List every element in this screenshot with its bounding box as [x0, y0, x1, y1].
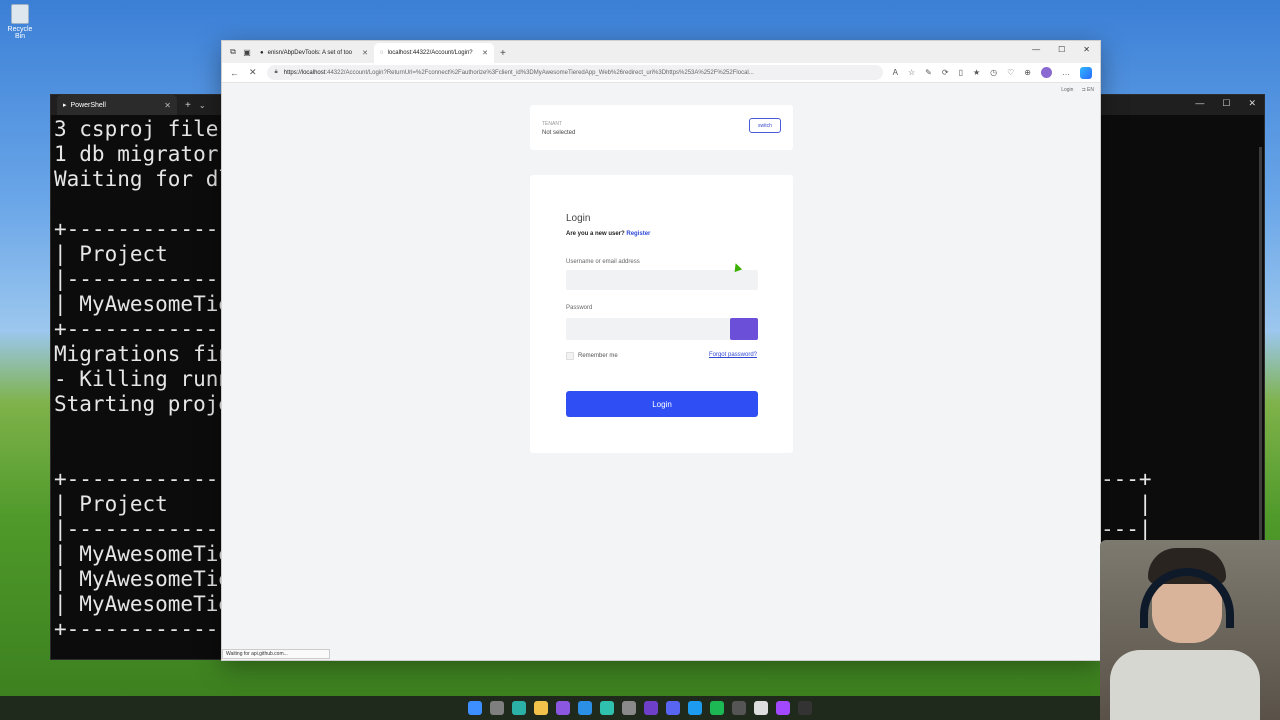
settings-gear-icon[interactable] — [622, 701, 636, 715]
tenant-card: TENANT Not selected switch — [530, 105, 793, 150]
top-login-link[interactable]: Login — [1061, 87, 1073, 93]
close-tab-icon[interactable]: ✕ — [164, 101, 171, 110]
chevron-down-icon[interactable]: ⌄ — [199, 101, 206, 110]
webcam-overlay — [1100, 540, 1280, 720]
more-menu-icon[interactable]: … — [1062, 68, 1070, 77]
terminal-output: 3 csproj file( 1 db migrator( Waiting fo… — [54, 117, 232, 641]
new-tab-icon[interactable]: + — [500, 43, 506, 63]
terminal-scrollbar[interactable] — [1259, 147, 1262, 587]
start-icon[interactable] — [468, 701, 482, 715]
vscode-icon[interactable] — [578, 701, 592, 715]
login-title: Login — [566, 213, 591, 224]
lock-icon: 🔒︎ — [274, 69, 278, 75]
tab-login[interactable]: ◌ localhost:44322/Account/Login? ✕ — [374, 43, 494, 63]
trash-icon — [11, 4, 29, 24]
discord-icon[interactable] — [666, 701, 680, 715]
loading-icon: ◌ — [380, 50, 384, 56]
copilot-icon[interactable] — [1080, 66, 1092, 79]
register-link[interactable]: Register — [626, 231, 650, 237]
favorites-icon[interactable]: ★ — [973, 68, 980, 77]
url-path: :44322/Account/Login?ReturnUrl=%2Fconnec… — [325, 69, 754, 76]
workspaces-icon[interactable]: ⧉ — [226, 41, 240, 63]
browser-window[interactable]: ⧉ ▣ ● enisn/AbpDevTools: A set of too ✕ … — [221, 40, 1101, 661]
history-icon[interactable]: ◷ — [990, 68, 997, 77]
github-icon: ● — [260, 50, 264, 56]
password-input[interactable] — [566, 318, 732, 340]
remember-checkbox[interactable] — [566, 352, 574, 360]
new-user-prompt: Are you a new user? Register — [566, 231, 650, 237]
split-screen-icon[interactable]: ▯ — [959, 68, 963, 77]
pen-icon[interactable]: ✎ — [925, 68, 932, 77]
spotify-icon[interactable] — [710, 701, 724, 715]
back-icon[interactable]: ← — [230, 68, 239, 78]
profile-avatar[interactable] — [1041, 67, 1052, 78]
maximize-icon[interactable]: ☐ — [1058, 45, 1065, 54]
powershell-tab[interactable]: ▸ PowerShell ✕ — [57, 95, 177, 115]
recycle-bin-label: Recycle Bin — [7, 26, 33, 40]
password-label: Password — [566, 305, 593, 311]
tab-actions-icon[interactable]: ▣ — [240, 41, 254, 63]
address-bar-row: ← ✕ 🔒︎ https://localhost:44322/Account/L… — [222, 63, 1100, 83]
collections-icon[interactable]: ⊕ — [1024, 68, 1031, 77]
powershell-window-controls: — ☐ ✕ — [1195, 98, 1256, 109]
tenant-label: TENANT — [542, 121, 562, 127]
app-icon[interactable] — [776, 701, 790, 715]
favorite-star-icon[interactable]: ☆ — [908, 68, 915, 77]
minimize-icon[interactable]: — — [1032, 45, 1040, 54]
taskbar — [0, 696, 1280, 720]
status-bar: Waiting for api.github.com... — [222, 649, 330, 659]
switch-tenant-button[interactable]: switch — [749, 118, 781, 133]
close-tab-icon[interactable]: ✕ — [362, 49, 368, 57]
remember-me[interactable]: Remember me — [566, 352, 618, 360]
username-input[interactable] — [566, 270, 758, 290]
browser-window-controls: — ☐ ✕ — [1032, 45, 1090, 54]
close-icon[interactable]: ✕ — [1248, 98, 1256, 109]
new-tab-icon[interactable]: + — [185, 100, 191, 111]
github-desktop-icon[interactable] — [644, 701, 658, 715]
page-content: Login ⊐ EN TENANT Not selected switch Lo… — [222, 84, 1100, 660]
browser-essentials-icon[interactable]: ♡ — [1007, 68, 1014, 77]
tenant-value: Not selected — [542, 130, 576, 136]
language-label: EN — [1087, 87, 1094, 93]
file-explorer-icon[interactable] — [534, 701, 548, 715]
edge-icon[interactable] — [512, 701, 526, 715]
maximize-icon[interactable]: ☐ — [1222, 98, 1230, 109]
language-selector[interactable]: ⊐ EN — [1081, 87, 1094, 93]
messenger-icon[interactable] — [688, 701, 702, 715]
powershell-tab-title: PowerShell — [70, 101, 106, 109]
terminal-icon: ▸ — [63, 102, 67, 109]
remember-label: Remember me — [578, 353, 618, 359]
read-aloud-icon[interactable]: A — [893, 68, 898, 77]
minimize-icon[interactable]: — — [1195, 98, 1204, 109]
url-host: https://localhost — [283, 69, 326, 76]
show-password-button[interactable] — [730, 318, 758, 340]
extension-icon[interactable]: ⟳ — [942, 68, 949, 77]
terminal-icon[interactable] — [732, 701, 746, 715]
task-view-icon[interactable] — [490, 701, 504, 715]
close-tab-icon[interactable]: ✕ — [482, 49, 488, 57]
new-user-text: Are you a new user? — [566, 231, 625, 237]
notion-icon[interactable] — [754, 701, 768, 715]
login-button[interactable]: Login — [566, 391, 758, 417]
browser-tab-strip: ⧉ ▣ ● enisn/AbpDevTools: A set of too ✕ … — [222, 41, 1100, 63]
forgot-password-link[interactable]: Forgot password? — [709, 352, 757, 358]
login-card: Login Are you a new user? Register Usern… — [530, 175, 793, 453]
tab-github[interactable]: ● enisn/AbpDevTools: A set of too ✕ — [254, 43, 374, 63]
url-field[interactable]: 🔒︎ https://localhost:44322/Account/Login… — [266, 65, 883, 80]
visual-studio-icon[interactable] — [556, 701, 570, 715]
rider-icon[interactable] — [600, 701, 614, 715]
close-icon[interactable]: ✕ — [1083, 45, 1090, 54]
top-right-links: Login ⊐ EN — [1061, 87, 1094, 93]
recycle-bin-icon[interactable]: Recycle Bin — [4, 4, 36, 40]
tab-login-title: localhost:44322/Account/Login? — [387, 50, 473, 56]
presenter-shirt — [1110, 650, 1260, 720]
username-label: Username or email address — [566, 259, 640, 265]
font-app-icon[interactable] — [798, 701, 812, 715]
tab-github-title: enisn/AbpDevTools: A set of too — [267, 50, 353, 56]
stop-loading-icon[interactable]: ✕ — [249, 67, 257, 78]
